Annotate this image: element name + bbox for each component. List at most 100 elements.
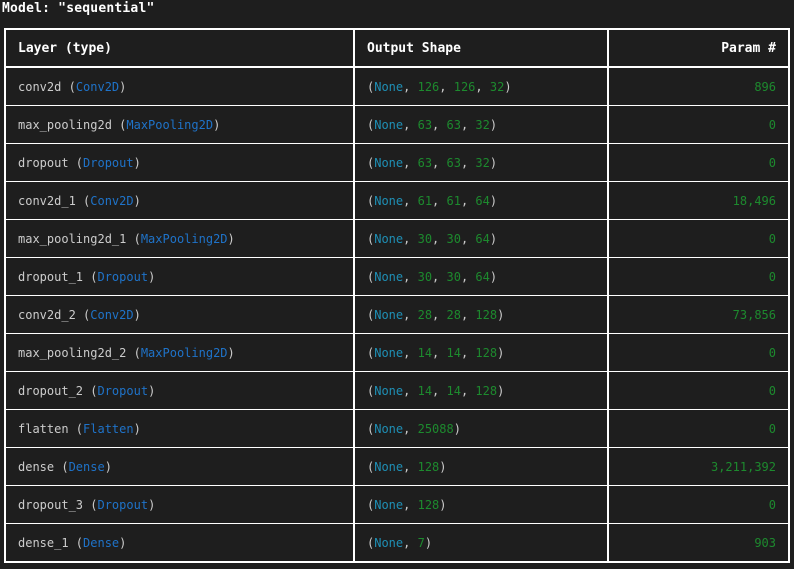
table-row: dropout_1 (Dropout) (None, 30, 30, 64) 0 xyxy=(6,258,788,296)
layer-name: conv2d xyxy=(18,79,62,94)
layer-name: max_pooling2d xyxy=(18,117,112,132)
model-title: Model: "sequential" xyxy=(2,1,155,16)
table-row: max_pooling2d_1 (MaxPooling2D) (None, 30,… xyxy=(6,220,788,258)
output-shape-cell: (None, 128) xyxy=(355,486,609,524)
shape-none-keyword: None xyxy=(374,79,404,94)
output-shape-cell: (None, 126, 126, 32) xyxy=(355,68,609,106)
shape-dimension: 14 xyxy=(417,345,433,360)
layer-cell: conv2d (Conv2D) xyxy=(6,68,355,106)
shape-dimension: 61 xyxy=(446,193,461,208)
layer-cell: dropout_1 (Dropout) xyxy=(6,258,355,296)
output-shape-cell: (None, 30, 30, 64) xyxy=(355,258,609,296)
param-count-cell: 0 xyxy=(609,486,788,524)
layer-cell: conv2d_1 (Conv2D) xyxy=(6,182,355,220)
shape-none-keyword: None xyxy=(374,535,404,550)
shape-dimension: 64 xyxy=(475,193,490,208)
table-row: max_pooling2d (MaxPooling2D) (None, 63, 6… xyxy=(6,106,788,144)
param-count-cell: 896 xyxy=(609,68,788,106)
table-row: conv2d (Conv2D) (None, 126, 126, 32) 896 xyxy=(6,68,788,106)
output-shape-cell: (None, 28, 28, 128) xyxy=(355,296,609,334)
layer-name: max_pooling2d_2 xyxy=(18,345,127,360)
shape-none-keyword: None xyxy=(374,155,404,170)
layer-cell: max_pooling2d (MaxPooling2D) xyxy=(6,106,355,144)
table-row: conv2d_2 (Conv2D) (None, 28, 28, 128) 73,8… xyxy=(6,296,788,334)
shape-none-keyword: None xyxy=(374,459,404,474)
shape-none-keyword: None xyxy=(374,193,404,208)
param-count-cell: 0 xyxy=(609,372,788,410)
param-count-cell: 0 xyxy=(609,220,788,258)
shape-dimension: 128 xyxy=(475,345,498,360)
layer-type: Dropout xyxy=(97,269,149,284)
output-shape-cell: (None, 61, 61, 64) xyxy=(355,182,609,220)
layer-name: dense xyxy=(18,459,55,474)
layer-cell: flatten (Flatten) xyxy=(6,410,355,448)
table-body: conv2d (Conv2D) (None, 126, 126, 32) 896 ma… xyxy=(6,68,788,561)
param-count-cell: 0 xyxy=(609,334,788,372)
shape-dimension: 32 xyxy=(475,117,490,132)
table-row: dropout_2 (Dropout) (None, 14, 14, 128) 0 xyxy=(6,372,788,410)
layer-cell: dropout_3 (Dropout) xyxy=(6,486,355,524)
layer-name: conv2d_1 xyxy=(18,193,76,208)
shape-dimension: 14 xyxy=(446,383,461,398)
shape-dimension: 28 xyxy=(446,307,461,322)
layer-type: Dropout xyxy=(83,155,134,170)
layer-cell: max_pooling2d_2 (MaxPooling2D) xyxy=(6,334,355,372)
shape-dimension: 128 xyxy=(475,307,498,322)
shape-dimension: 63 xyxy=(417,117,433,132)
layer-name: conv2d_2 xyxy=(18,307,76,322)
shape-dimension: 63 xyxy=(446,117,461,132)
layer-type: MaxPooling2D xyxy=(126,117,214,132)
layer-type: Dense xyxy=(68,459,105,474)
shape-dimension: 14 xyxy=(417,383,433,398)
output-shape-cell: (None, 25088) xyxy=(355,410,609,448)
layer-name: max_pooling2d_1 xyxy=(18,231,127,246)
param-count-cell: 0 xyxy=(609,258,788,296)
output-shape-cell: (None, 14, 14, 128) xyxy=(355,334,609,372)
output-shape-cell: (None, 63, 63, 32) xyxy=(355,106,609,144)
shape-dimension: 64 xyxy=(475,231,490,246)
param-count-cell: 73,856 xyxy=(609,296,788,334)
layer-type: Conv2D xyxy=(75,79,120,94)
output-shape-header: Output Shape xyxy=(355,30,609,68)
shape-dimension: 25088 xyxy=(417,421,454,436)
layer-cell: dense_1 (Dense) xyxy=(6,524,355,561)
shape-dimension: 30 xyxy=(446,231,461,246)
output-shape-cell: (None, 63, 63, 32) xyxy=(355,144,609,182)
shape-none-keyword: None xyxy=(374,117,404,132)
shape-dimension: 128 xyxy=(475,383,498,398)
output-shape-cell: (None, 14, 14, 128) xyxy=(355,372,609,410)
layer-type: Dropout xyxy=(97,497,149,512)
table-row: max_pooling2d_2 (MaxPooling2D) (None, 14,… xyxy=(6,334,788,372)
output-shape-cell: (None, 7) xyxy=(355,524,609,561)
layer-type-header: Layer (type) xyxy=(6,30,355,68)
shape-dimension: 30 xyxy=(417,231,433,246)
shape-none-keyword: None xyxy=(374,307,404,322)
shape-dimension: 28 xyxy=(417,307,433,322)
layer-name: dropout_3 xyxy=(18,497,84,512)
table-row: flatten (Flatten) (None, 25088) 0 xyxy=(6,410,788,448)
param-count-cell: 18,496 xyxy=(609,182,788,220)
layer-type: Flatten xyxy=(83,421,134,436)
layer-name: dropout xyxy=(18,155,69,170)
table-row: dropout (Dropout) (None, 63, 63, 32) 0 xyxy=(6,144,788,182)
shape-dimension: 14 xyxy=(446,345,461,360)
table-row: conv2d_1 (Conv2D) (None, 61, 61, 64) 18,49… xyxy=(6,182,788,220)
param-count-header: Param # xyxy=(609,30,788,68)
layer-type: Conv2D xyxy=(90,193,134,208)
layer-cell: max_pooling2d_1 (MaxPooling2D) xyxy=(6,220,355,258)
shape-dimension: 32 xyxy=(489,79,505,94)
shape-none-keyword: None xyxy=(374,269,404,284)
table-row: dropout_3 (Dropout) (None, 128) 0 xyxy=(6,486,788,524)
layer-name: dense_1 xyxy=(18,535,69,550)
output-shape-cell: (None, 30, 30, 64) xyxy=(355,220,609,258)
shape-dimension: 126 xyxy=(417,79,440,94)
layer-cell: dropout_2 (Dropout) xyxy=(6,372,355,410)
table-header-row: Layer (type) Output Shape Param # xyxy=(6,30,788,68)
layer-cell: dropout (Dropout) xyxy=(6,144,355,182)
shape-dimension: 61 xyxy=(417,193,433,208)
layer-cell: conv2d_2 (Conv2D) xyxy=(6,296,355,334)
shape-dimension: 128 xyxy=(417,459,440,474)
model-summary-table: Layer (type) Output Shape Param # conv2d… xyxy=(4,28,790,563)
shape-dimension: 63 xyxy=(417,155,433,170)
shape-dimension: 30 xyxy=(417,269,433,284)
